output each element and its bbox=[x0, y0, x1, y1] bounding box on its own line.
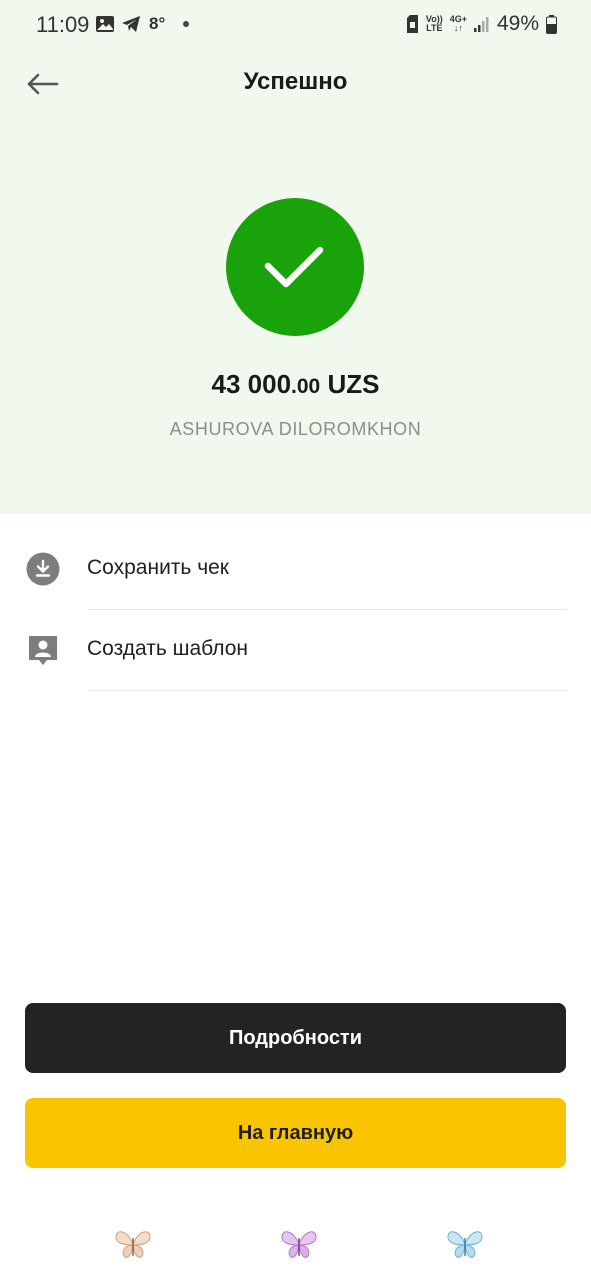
butterfly-peach-icon bbox=[115, 1231, 151, 1258]
signal-icon bbox=[473, 17, 489, 32]
template-contact-icon bbox=[29, 636, 57, 665]
status-system-icons: Vo)) LTE 4G+ ↓↑ 49% bbox=[406, 12, 557, 36]
create-template-action[interactable]: Создать шаблон bbox=[0, 611, 591, 691]
butterfly-purple-icon bbox=[281, 1231, 317, 1258]
notification-dot-icon bbox=[183, 21, 190, 27]
status-temperature: 8° bbox=[149, 14, 166, 33]
amount-main: 43 000 bbox=[211, 369, 292, 399]
create-template-label: Создать шаблон bbox=[87, 637, 249, 660]
recipient-name: ASHUROVA DILOROMKHON bbox=[169, 419, 422, 439]
volte-line-2: LTE bbox=[426, 23, 443, 33]
divider bbox=[88, 609, 567, 610]
data-arrows-icon: ↓↑ bbox=[453, 23, 463, 33]
sim-icon bbox=[406, 15, 418, 33]
network-indicator: 4G+ ↓↑ bbox=[450, 15, 467, 33]
transaction-amount: 43 000.00 UZS bbox=[0, 369, 591, 400]
download-icon bbox=[26, 552, 60, 586]
home-button[interactable]: На главную bbox=[25, 1098, 566, 1168]
success-indicator bbox=[226, 198, 364, 336]
nav-recent-button[interactable] bbox=[113, 1224, 153, 1264]
save-receipt-label: Сохранить чек bbox=[87, 556, 229, 579]
battery-icon bbox=[546, 14, 557, 34]
amount-currency: UZS bbox=[327, 369, 380, 399]
nav-home-button[interactable] bbox=[279, 1224, 319, 1264]
volte-indicator: Vo)) LTE bbox=[426, 15, 443, 33]
telegram-icon bbox=[122, 16, 140, 32]
details-button[interactable]: Подробности bbox=[25, 1003, 566, 1073]
status-time: 11:09 bbox=[36, 12, 90, 37]
page-title: Успешно bbox=[243, 68, 348, 95]
status-bar: 11:09 8° Vo)) LTE 4G+ ↓↑ 49% bbox=[0, 0, 591, 52]
checkmark-icon bbox=[264, 246, 324, 288]
gallery-icon bbox=[96, 16, 114, 32]
nav-back-button[interactable] bbox=[445, 1224, 485, 1264]
butterfly-blue-icon bbox=[447, 1231, 483, 1258]
save-receipt-action[interactable]: Сохранить чек bbox=[0, 530, 591, 610]
divider bbox=[88, 690, 567, 691]
status-notifications: 8° bbox=[95, 14, 190, 34]
battery-percent: 49% bbox=[496, 12, 539, 35]
amount-decimal: .00 bbox=[291, 375, 321, 398]
